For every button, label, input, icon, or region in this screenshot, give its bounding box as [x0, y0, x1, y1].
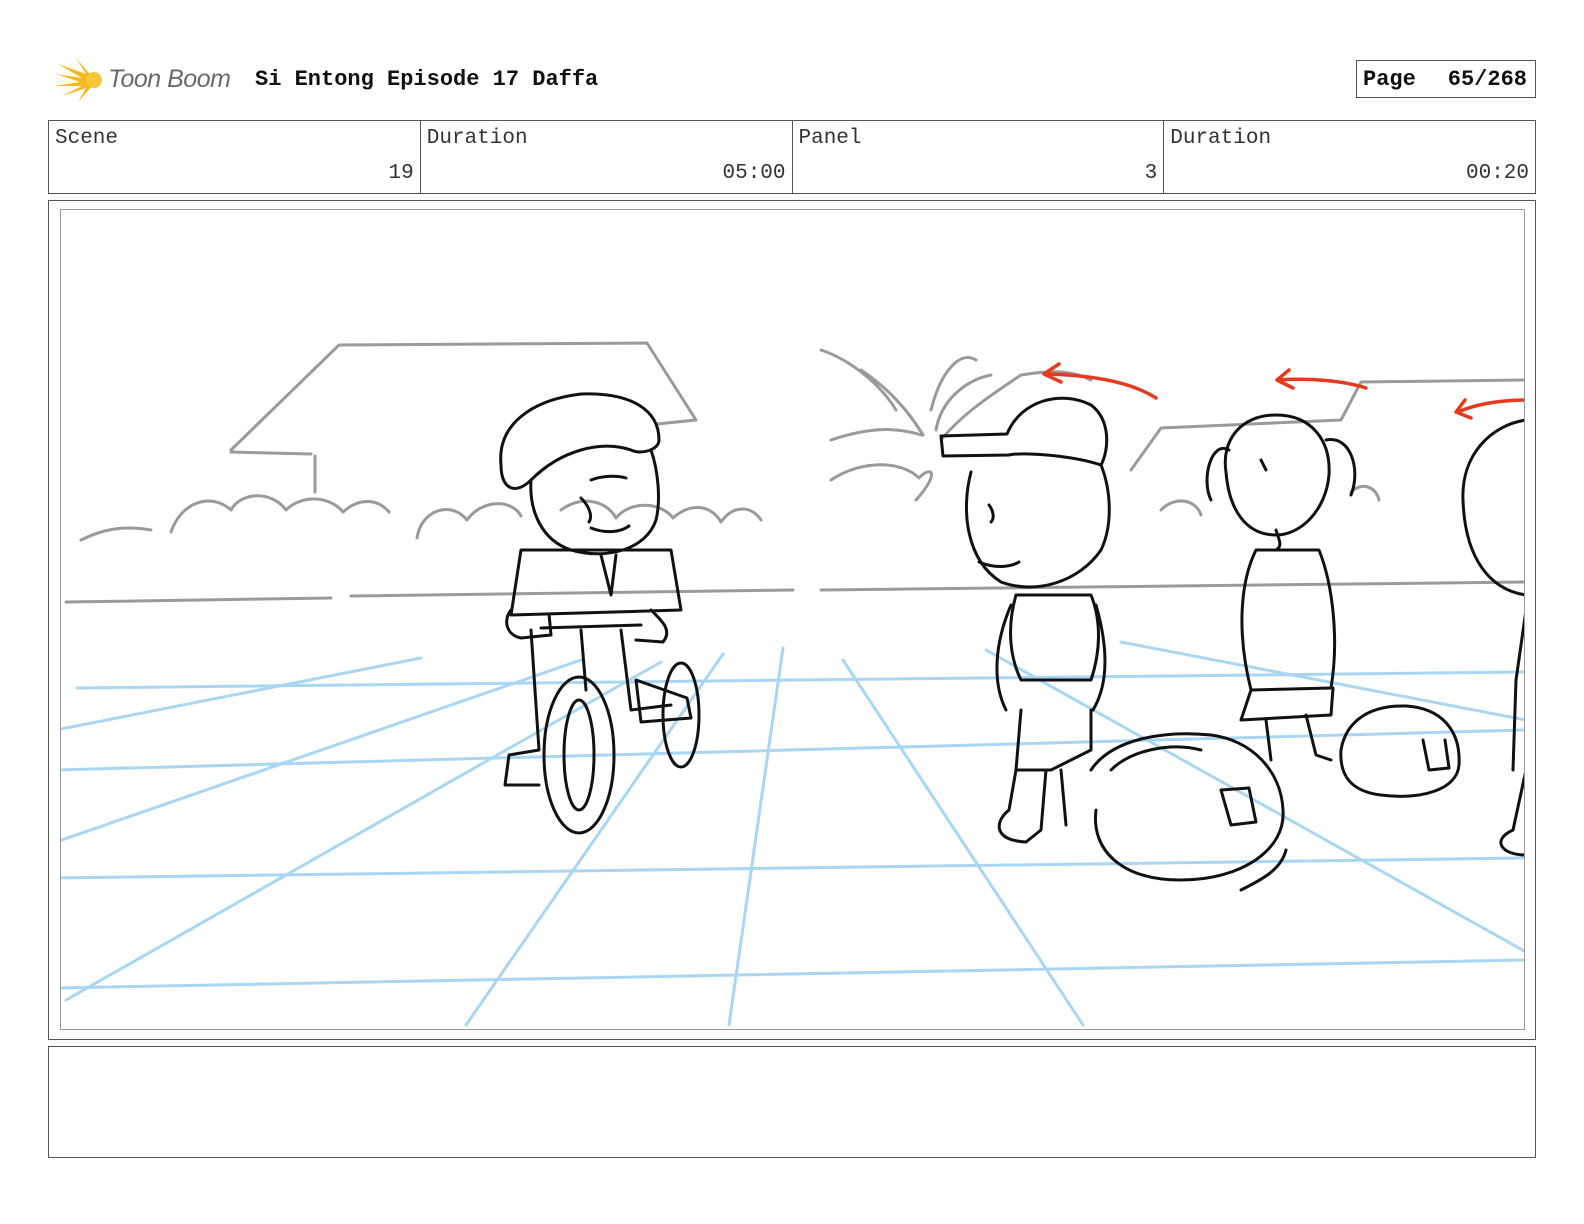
panel-sketch: [61, 341, 1524, 1027]
panel-duration-cell: Duration 00:20: [1164, 121, 1535, 193]
storyboard-header: Toon Boom Si Entong Episode 17 Daffa Pag…: [48, 56, 1536, 104]
panel-duration-value: 00:20: [1465, 162, 1529, 185]
scene-value: 19: [388, 162, 414, 185]
scene-duration-value: 05:00: [722, 162, 786, 185]
panel-label: Panel: [798, 127, 862, 150]
scene-duration-label: Duration: [426, 127, 528, 150]
boy-with-cap-sketch: [939, 396, 1111, 844]
boy-on-bike-sketch: [499, 392, 701, 835]
panel-frame: [60, 209, 1525, 1030]
small-bag-sketch: [1339, 704, 1461, 798]
logo-text: Toon Boom: [108, 65, 231, 93]
star-burst-icon: [54, 58, 102, 102]
scene-label: Scene: [55, 127, 119, 150]
partial-boy-sketch: [1461, 418, 1524, 857]
backpack-sketch: [1089, 732, 1288, 892]
panel-value: 3: [1144, 162, 1158, 185]
perspective-grid: [61, 640, 1524, 1027]
motion-arrows: [1042, 362, 1524, 420]
scene-info-bar: Scene 19 Duration 05:00 Panel 3 Duration…: [48, 120, 1536, 194]
scene-duration-cell: Duration 05:00: [421, 121, 793, 193]
girl-with-pigtails-sketch: [1205, 413, 1357, 762]
toon-boom-logo: Toon Boom: [52, 56, 242, 104]
scene-cell: Scene 19: [49, 121, 421, 193]
project-title: Si Entong Episode 17 Daffa: [255, 67, 599, 92]
background-buildings-and-bushes: [64, 341, 1524, 604]
panel-cell: Panel 3: [793, 121, 1165, 193]
page-indicator: Page 65/268: [1356, 60, 1536, 98]
storyboard-panel: [48, 200, 1536, 1040]
page-number: 65/268: [1447, 66, 1527, 92]
panel-duration-label: Duration: [1170, 127, 1272, 150]
page-label: Page: [1363, 66, 1416, 92]
panel-notes-box: [48, 1046, 1536, 1158]
